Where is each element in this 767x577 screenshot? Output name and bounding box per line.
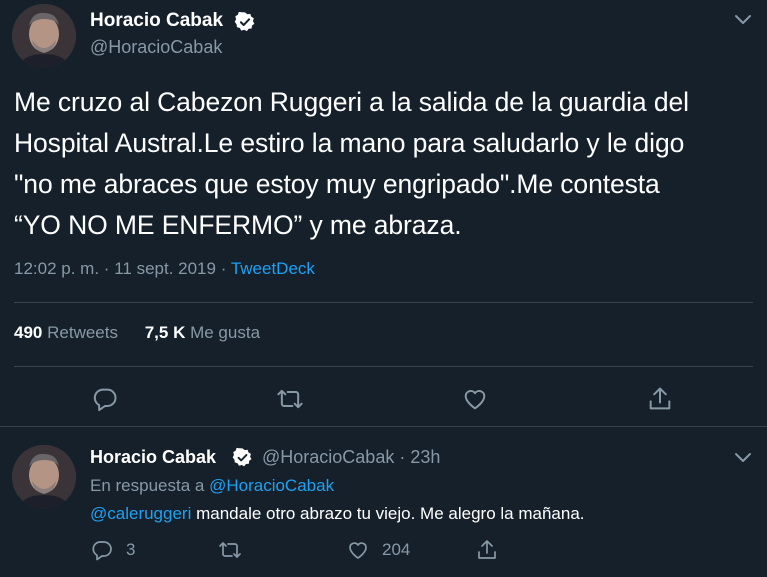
retweets-label: Retweets xyxy=(47,323,118,342)
retweet-button[interactable] xyxy=(218,538,242,562)
chevron-down-icon[interactable] xyxy=(734,452,752,464)
author-name[interactable]: Horacio Cabak xyxy=(90,10,223,32)
tweet-stats: 490 Retweets 7,5 K Me gusta xyxy=(14,323,260,343)
avatar[interactable] xyxy=(12,4,76,68)
tweet-time[interactable]: 12:02 p. m. xyxy=(14,259,99,278)
share-button[interactable] xyxy=(475,538,499,562)
likes-count: 7,5 K xyxy=(144,323,186,342)
author-handle[interactable]: @HoracioCabak xyxy=(90,37,222,58)
meta-separator: · xyxy=(103,259,110,278)
like-icon[interactable] xyxy=(461,385,489,413)
chevron-down-icon[interactable] xyxy=(734,14,752,26)
in-reply-to: En respuesta a @HoracioCabak xyxy=(90,476,334,496)
retweets-count: 490 xyxy=(14,323,43,342)
in-reply-prefix: En respuesta a xyxy=(90,476,205,495)
reply-text: @caleruggeri mandale otro abrazo tu viej… xyxy=(90,504,585,524)
reply-icon xyxy=(92,541,112,561)
meta-separator: · xyxy=(220,259,227,278)
divider xyxy=(14,366,753,367)
tweet-age[interactable]: 23h xyxy=(410,447,440,467)
like-button[interactable]: 204 xyxy=(346,538,410,562)
author-handle[interactable]: @HoracioCabak xyxy=(262,447,394,467)
meta-separator: · xyxy=(399,447,406,467)
likes-stat[interactable]: 7,5 K Me gusta xyxy=(145,323,260,342)
verified-badge-icon xyxy=(234,11,255,32)
main-tweet: Horacio Cabak @HoracioCabak Me cruzo al … xyxy=(0,0,767,425)
reply-icon[interactable] xyxy=(91,385,119,413)
retweets-stat[interactable]: 490 Retweets xyxy=(14,323,118,342)
likes-label: Me gusta xyxy=(190,323,261,342)
avatar[interactable] xyxy=(12,445,76,509)
like-count: 204 xyxy=(382,540,411,559)
in-reply-handle-link[interactable]: @HoracioCabak xyxy=(209,476,334,495)
tweet-date[interactable]: 11 sept. 2019 xyxy=(114,259,216,278)
author-name[interactable]: Horacio Cabak xyxy=(90,447,216,468)
mention-link[interactable]: @caleruggeri xyxy=(90,504,191,523)
tweet-timestamp: 12:02 p. m. · 11 sept. 2019 · TweetDeck xyxy=(14,259,315,279)
retweet-icon xyxy=(219,542,241,558)
share-icon[interactable] xyxy=(646,385,674,413)
reply-count: 3 xyxy=(126,540,136,559)
reply-body: mandale otro abrazo tu viejo. Me alegro … xyxy=(191,504,585,523)
verified-badge-icon xyxy=(232,447,252,467)
share-icon xyxy=(478,540,496,559)
tweet-source-link[interactable]: TweetDeck xyxy=(231,259,315,278)
retweet-icon[interactable] xyxy=(276,385,304,413)
reply-meta: @HoracioCabak · 23h xyxy=(262,447,440,468)
tweet-separator xyxy=(0,426,767,427)
divider xyxy=(14,302,753,303)
reply-button[interactable]: 3 xyxy=(90,538,135,562)
tweet-text: Me cruzo al Cabezon Ruggeri a la salida … xyxy=(14,87,689,240)
like-icon xyxy=(349,542,367,559)
